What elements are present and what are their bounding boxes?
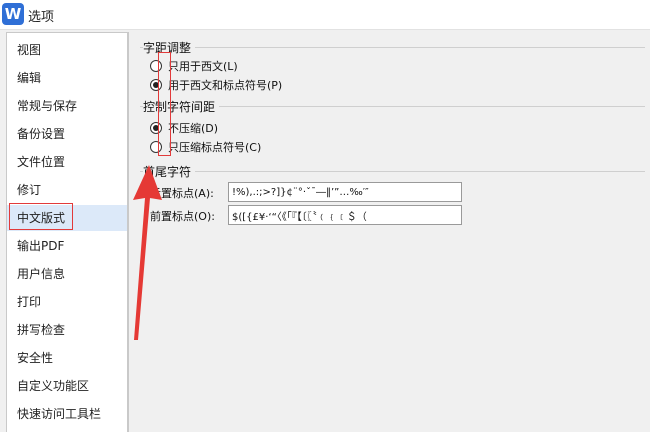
annotation-arrow-shape bbox=[133, 165, 162, 340]
annotation-arrow bbox=[133, 165, 162, 340]
